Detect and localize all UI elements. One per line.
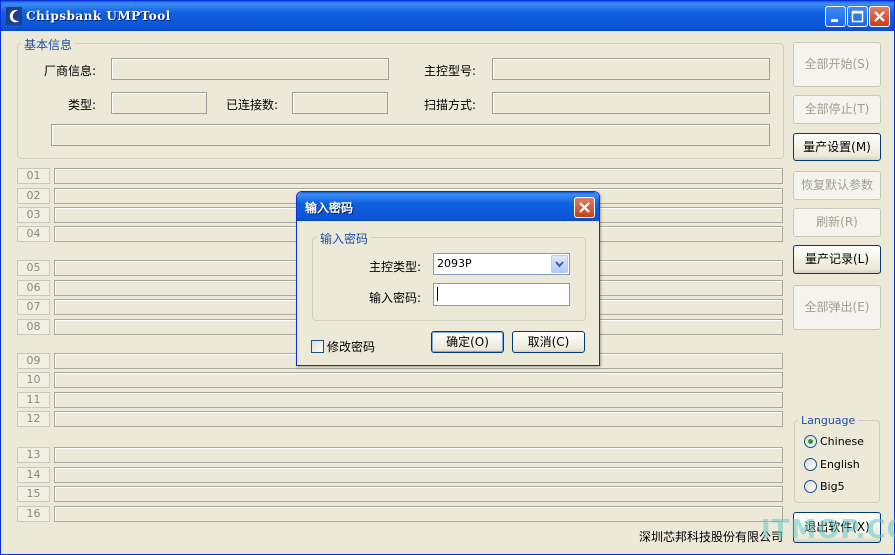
controller-label: 主控型号: <box>424 64 477 78</box>
language-option-label: Big5 <box>820 480 845 493</box>
checkbox-icon <box>311 340 324 353</box>
connected-label: 已连接数: <box>226 98 279 112</box>
maximize-button[interactable] <box>847 6 868 27</box>
slot-progress <box>54 411 783 427</box>
status-field <box>51 124 770 146</box>
watermark: ITMOP.COM <box>761 515 895 545</box>
mass-production-settings-button[interactable]: 量产设置(M) <box>793 133 881 161</box>
close-button[interactable] <box>869 6 890 27</box>
change-password-label: 修改密码 <box>327 340 376 354</box>
radio-selected-icon <box>804 435 817 448</box>
connected-field <box>292 92 388 114</box>
language-option-chinese[interactable]: Chinese <box>804 435 864 448</box>
ok-button[interactable]: 确定(O) <box>431 331 504 353</box>
minimize-button[interactable] <box>825 6 846 27</box>
radio-icon <box>804 480 817 493</box>
password-input[interactable] <box>433 283 570 306</box>
slot-progress <box>54 447 783 463</box>
slot-number: 03 <box>17 207 50 223</box>
slot-number: 07 <box>17 299 50 315</box>
slot-number: 06 <box>17 280 50 296</box>
refresh-button[interactable]: 刷新(R) <box>793 208 881 237</box>
scan-label: 扫描方式: <box>424 98 477 112</box>
text-caret <box>437 287 438 301</box>
password-label: 输入密码: <box>369 291 422 305</box>
slot-number: 08 <box>17 319 50 335</box>
slot-number: 15 <box>17 486 50 502</box>
slot-progress <box>54 168 783 184</box>
language-option-english[interactable]: English <box>804 458 860 471</box>
maximize-icon <box>851 10 864 23</box>
controller-type-select[interactable]: 2093P <box>433 253 570 275</box>
slot-number: 16 <box>17 506 50 522</box>
type-field <box>111 92 207 114</box>
production-log-button[interactable]: 量产记录(L) <box>793 245 881 274</box>
language-option-label: English <box>820 458 860 471</box>
slot-number: 09 <box>17 353 50 369</box>
dialog-group <box>312 237 586 321</box>
slot-number: 14 <box>17 467 50 483</box>
radio-icon <box>804 458 817 471</box>
main-window: Chipsbank UMPTool 基本信息 厂商信息: 主控型号: 类型: 已… <box>0 0 895 555</box>
minimize-icon <box>831 19 838 22</box>
slot-number: 13 <box>17 447 50 463</box>
password-dialog: 输入密码 输入密码 主控类型: 2093P 输入密码: 修改密码 确定(O) 取… <box>296 191 600 366</box>
slot-number: 10 <box>17 372 50 388</box>
info-group-title: 基本信息 <box>21 36 76 53</box>
slot-number: 01 <box>17 168 50 184</box>
dialog-title-bar[interactable]: 输入密码 <box>297 192 599 221</box>
title-bar[interactable]: Chipsbank UMPTool <box>1 1 894 31</box>
slot-progress <box>54 372 783 388</box>
close-icon <box>579 202 590 213</box>
scan-field <box>492 92 770 114</box>
cancel-button[interactable]: 取消(C) <box>512 331 585 353</box>
controller-field <box>492 58 770 80</box>
restore-defaults-button[interactable]: 恢复默认参数 <box>793 171 881 200</box>
close-icon <box>874 11 885 22</box>
slot-number: 11 <box>17 392 50 408</box>
change-password-checkbox[interactable]: 修改密码 <box>311 338 375 355</box>
controller-type-value: 2093P <box>437 257 472 270</box>
language-option-label: Chinese <box>820 435 864 448</box>
dropdown-arrow[interactable] <box>551 255 568 273</box>
eject-all-button[interactable]: 全部弹出(E) <box>793 285 881 330</box>
slot-progress <box>54 506 783 522</box>
app-icon <box>6 7 22 25</box>
language-group-title: Language <box>798 414 859 427</box>
dialog-title: 输入密码 <box>305 201 354 215</box>
slot-number: 12 <box>17 411 50 427</box>
slot-progress <box>54 486 783 502</box>
language-option-big5[interactable]: Big5 <box>804 480 845 493</box>
slot-number: 04 <box>17 226 50 242</box>
vendor-label: 厂商信息: <box>44 64 97 78</box>
dialog-group-title: 输入密码 <box>317 230 372 247</box>
dialog-close-button[interactable] <box>574 197 595 218</box>
chevron-down-icon <box>555 261 564 268</box>
vendor-field <box>111 58 389 80</box>
slot-number: 05 <box>17 260 50 276</box>
start-all-button[interactable]: 全部开始(S) <box>793 42 881 87</box>
window-title: Chipsbank UMPTool <box>26 9 171 23</box>
slot-progress <box>54 392 783 408</box>
slot-progress <box>54 467 783 483</box>
slot-number: 02 <box>17 188 50 204</box>
type-label: 类型: <box>68 98 97 112</box>
controller-type-label: 主控类型: <box>369 260 422 274</box>
stop-all-button[interactable]: 全部停止(T) <box>793 95 881 124</box>
